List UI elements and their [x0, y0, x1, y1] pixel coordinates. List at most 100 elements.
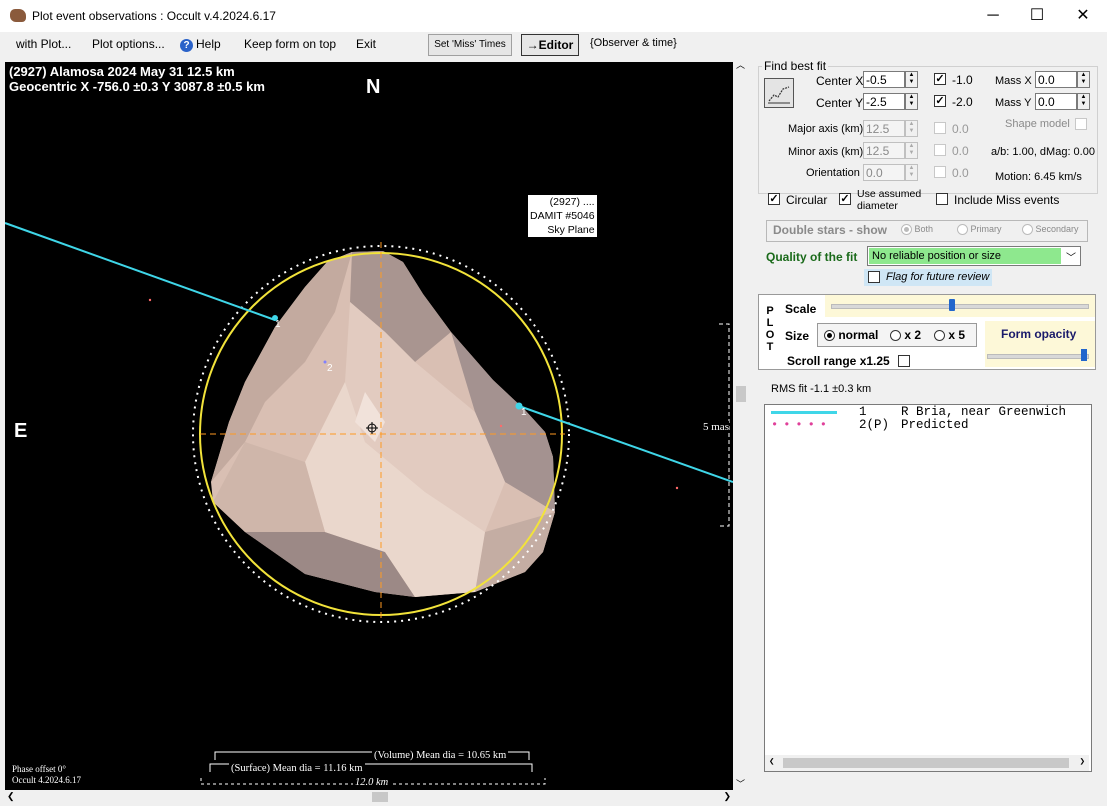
minor-axis-input[interactable]: 12.5 [863, 142, 905, 159]
secondary-radio[interactable]: Secondary [1022, 224, 1079, 236]
scroll-thumb[interactable] [783, 758, 1069, 768]
major-axis-spinner[interactable]: ▲ ▼ [905, 120, 918, 137]
volume-mean-label: (Volume) Mean dia = 10.65 km [372, 750, 509, 761]
orientation-spinner[interactable]: ▲ ▼ [905, 164, 918, 181]
opacity-slider[interactable] [985, 345, 1095, 367]
scroll-left-icon[interactable]: ❮ [7, 791, 15, 802]
major-axis-checkbox[interactable] [934, 122, 946, 134]
mass-y-input[interactable]: 0.0 [1035, 93, 1077, 110]
minimize-button[interactable]: ─ [970, 0, 1016, 32]
set-miss-times-button[interactable]: Set 'Miss' Times [428, 34, 512, 56]
mass-x-input[interactable]: 0.0 [1035, 71, 1077, 88]
scroll-range-checkbox[interactable] [898, 355, 910, 367]
double-stars-group: Double stars - show Both Primary Seconda… [766, 220, 1088, 242]
size-normal-radio[interactable]: normal [824, 328, 878, 342]
scroll-up-icon[interactable]: ︿ [736, 58, 745, 71]
shape-model-checkbox[interactable] [1075, 118, 1087, 130]
center-x-spinner[interactable]: ▲ ▼ [905, 71, 918, 88]
major-axis-input[interactable]: 12.5 [863, 120, 905, 137]
shape-label-line: Sky Plane [547, 224, 595, 236]
center-y-input[interactable]: -2.5 [863, 93, 905, 110]
rms-fit-label: RMS fit -1.1 ±0.3 km [771, 383, 872, 395]
chord-1-left [5, 222, 276, 321]
scroll-thumb[interactable] [736, 386, 746, 402]
east-label: E [14, 420, 28, 442]
ab-dmag-label: a/b: 1.00, dMag: 0.00 [991, 146, 1095, 158]
center-y-checkbox[interactable]: ✓ [934, 95, 946, 107]
form-opacity-area: Form opacity [985, 321, 1095, 345]
minor-axis-checkbox[interactable] [934, 144, 946, 156]
include-miss-checkbox[interactable] [936, 193, 948, 205]
orientation-checkbox[interactable] [934, 166, 946, 178]
circular-checkbox[interactable]: ✓ [768, 193, 780, 205]
menu-help[interactable]: ? Help [180, 37, 221, 52]
close-button[interactable]: ✕ [1060, 0, 1106, 32]
plot-settings-group: P L O T Scale Size normal x 2 x 5 Form o… [758, 294, 1096, 370]
orientation-input[interactable]: 0.0 [863, 164, 905, 181]
center-x-input[interactable]: -0.5 [863, 71, 905, 88]
legend-name: R Bria, near Greenwich [901, 405, 1067, 419]
plot-canvas[interactable]: (2927) Alamosa 2024 May 31 12.5 km Geoce… [5, 62, 733, 790]
maximize-button[interactable]: ☐ [1014, 0, 1060, 32]
predicted-point [675, 486, 679, 490]
shape-label-line: (2927) .... [549, 196, 595, 208]
mass-y-spinner[interactable]: ▲ ▼ [1077, 93, 1090, 110]
center-x-label: Center X [816, 74, 864, 88]
plot-vertical-scrollbar[interactable]: ︿ ﹀ [734, 58, 748, 790]
chord-1-label: 1 [275, 319, 281, 330]
secondary-label: Secondary [1035, 224, 1079, 234]
scale-slider[interactable] [825, 295, 1095, 317]
minor-axis-label: Minor axis (km) [788, 146, 864, 158]
editor-button[interactable]: →Editor [521, 34, 579, 56]
center-y-check-value: -2.0 [952, 95, 973, 109]
event-title: (2927) Alamosa 2024 May 31 12.5 km [9, 64, 235, 79]
size-label: Size [785, 329, 810, 343]
use-assumed-diameter-label: Use assumed diameter [857, 188, 921, 212]
menu-plot-options[interactable]: Plot options... [92, 37, 165, 51]
phase-offset-label: Phase offset 0° [12, 764, 66, 774]
scroll-down-icon[interactable]: ﹀ [736, 777, 745, 790]
orientation-check-value: 0.0 [952, 166, 969, 180]
form-opacity-label: Form opacity [1001, 327, 1077, 341]
plot-header: (2927) Alamosa 2024 May 31 12.5 km Geoce… [9, 64, 265, 94]
center-x-checkbox[interactable]: ✓ [934, 73, 946, 85]
chord-1-label: 1 [521, 407, 527, 418]
size-x5-radio[interactable]: x 5 [934, 328, 965, 342]
plot-svg [5, 222, 733, 785]
minor-axis-spinner[interactable]: ▲ ▼ [905, 142, 918, 159]
quality-value: No reliable position or size [869, 248, 1061, 264]
plot-letter: T [766, 341, 774, 353]
find-best-fit-button[interactable] [764, 78, 794, 108]
scale-slider-thumb[interactable] [949, 299, 955, 311]
size-radio-group: normal x 2 x 5 [817, 323, 977, 347]
observer-legend-list[interactable]: 1 R Bria, near Greenwich ••••• 2(P) Pred… [764, 404, 1092, 772]
size-x2-label: x 2 [904, 328, 922, 342]
primary-radio[interactable]: Primary [957, 224, 1002, 236]
observer-time-label[interactable]: {Observer & time} [590, 37, 677, 49]
scroll-right-icon[interactable]: ❯ [723, 791, 731, 802]
scroll-right-icon[interactable]: ❯ [1080, 757, 1085, 767]
help-icon: ? [180, 39, 193, 52]
center-x-check-value: -1.0 [952, 73, 973, 87]
menu-keep-on-top[interactable]: Keep form on top [244, 37, 336, 51]
quality-select[interactable]: No reliable position or size ﹀ [867, 246, 1081, 266]
scroll-thumb[interactable] [372, 792, 388, 802]
primary-label: Primary [970, 224, 1002, 234]
size-x5-label: x 5 [948, 328, 966, 342]
menu-exit[interactable]: Exit [356, 37, 376, 51]
both-radio[interactable]: Both [901, 224, 933, 236]
plot-horizontal-scrollbar[interactable]: ❮ ❯ [5, 790, 733, 804]
opacity-slider-thumb[interactable] [1081, 349, 1087, 361]
legend-horizontal-scrollbar[interactable]: ❮ ❯ [765, 755, 1089, 771]
flag-review-checkbox[interactable] [868, 271, 880, 283]
center-y-spinner[interactable]: ▲ ▼ [905, 93, 918, 110]
menu-with-plot[interactable]: with Plot... [16, 37, 71, 51]
geocentric-position: Geocentric X -756.0 ±0.3 Y 3087.8 ±0.5 k… [9, 79, 265, 94]
use-assumed-diameter-checkbox[interactable]: ✓ [839, 193, 851, 205]
window-title: Plot event observations : Occult v.4.202… [32, 9, 276, 23]
chord-line-swatch [771, 411, 837, 414]
app-icon [10, 9, 26, 22]
mass-x-spinner[interactable]: ▲ ▼ [1077, 71, 1090, 88]
scroll-left-icon[interactable]: ❮ [769, 757, 774, 767]
size-x2-radio[interactable]: x 2 [890, 328, 921, 342]
